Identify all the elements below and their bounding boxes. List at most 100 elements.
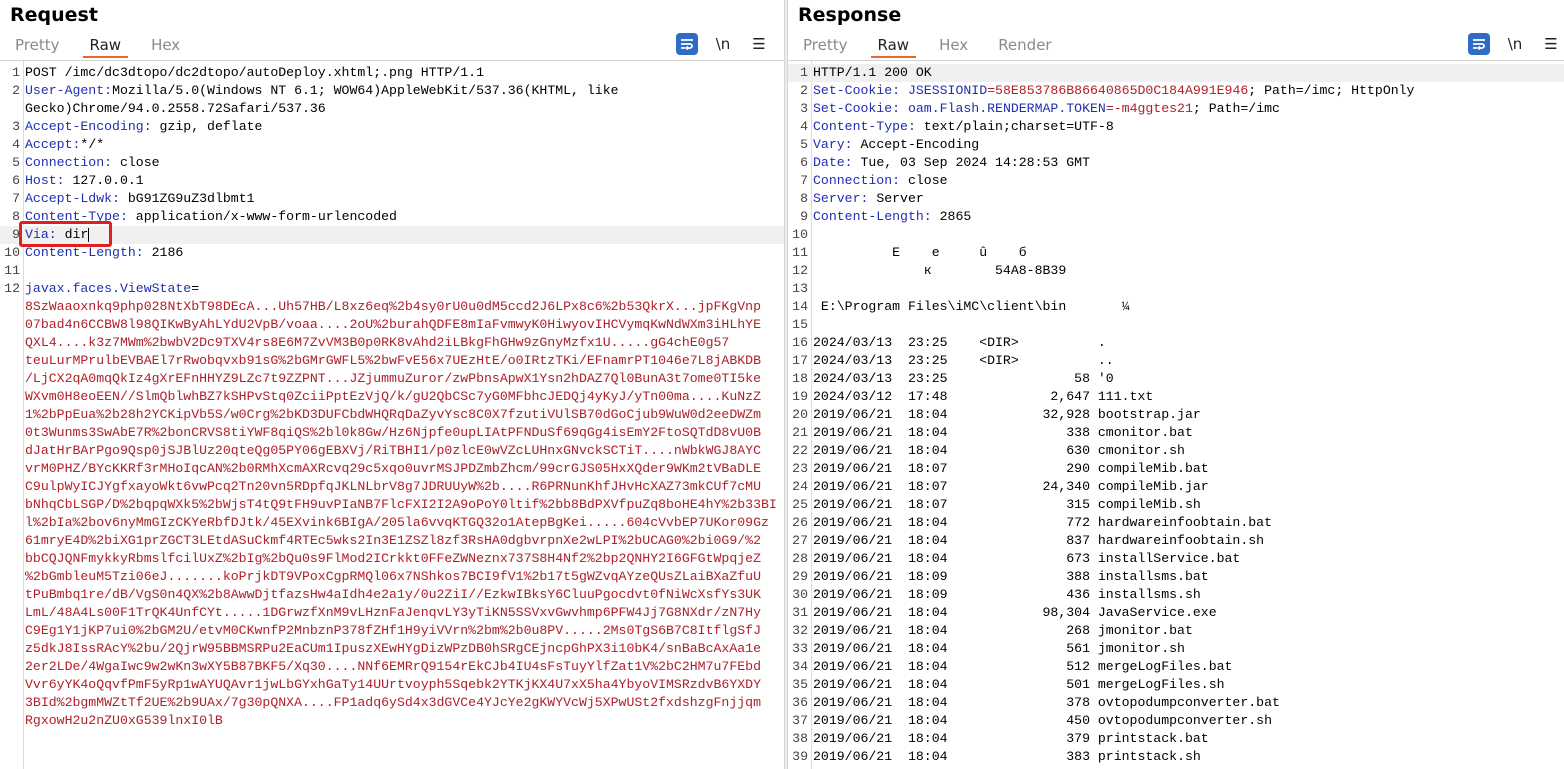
cookie-attrs: ; Path=/imc; HttpOnly bbox=[1248, 83, 1415, 98]
request-toolbar: \n ☰ bbox=[662, 33, 770, 55]
header-value: 2186 bbox=[143, 245, 184, 260]
header-colon: : bbox=[907, 119, 916, 134]
code-line: 4 Accept:*/* bbox=[0, 136, 784, 154]
tab-raw[interactable]: Raw bbox=[82, 34, 129, 58]
line-text: C9Eg1Y1jKP7ui0%2bGM2U/etvM0CKwnfP2MnbznP… bbox=[25, 622, 784, 640]
line-text: Via: dir bbox=[25, 226, 784, 244]
plain-text: 2024/03/13 23:25 58 '0 bbox=[813, 371, 1114, 386]
cookie-value: =-m4ggtes21 bbox=[1105, 101, 1193, 116]
line-text: vrM0PHZ/BYcKKRf3rMHoIqcAN%2b0RMhXcmAXRcv… bbox=[25, 460, 784, 478]
line-number: 36 bbox=[792, 695, 808, 710]
line-text: 2019/06/21 18:09 388 installsms.bat bbox=[813, 568, 1564, 586]
tab-hex[interactable]: Hex bbox=[932, 34, 975, 58]
line-text: 2019/06/21 18:04 32,928 bootstrap.jar bbox=[813, 406, 1564, 424]
line-text: 2019/06/21 18:07 315 compileMib.sh bbox=[813, 496, 1564, 514]
param-value: /LjCX2qA0mqQkIz4gXrEFnHHYZ9LZc7t9ZZPNT..… bbox=[25, 371, 761, 386]
response-editor[interactable]: 1 HTTP/1.1 200 OK 2 Set-Cookie: JSESSIONID=… bbox=[788, 60, 1564, 769]
tab-pretty[interactable]: Pretty bbox=[796, 34, 855, 58]
code-line: 21 2019/06/21 18:04 338 cmonitor.bat bbox=[788, 424, 1564, 442]
tab-hex[interactable]: Hex bbox=[144, 34, 187, 58]
newline-toggle[interactable]: \n bbox=[712, 33, 734, 55]
param-value: teuLurMPrulbEVBAEl7rRwobqvxb91sG%2bGMrGW… bbox=[25, 353, 761, 368]
line-number: 14 bbox=[792, 299, 808, 314]
line-number: 10 bbox=[4, 245, 20, 260]
tab-raw[interactable]: Raw bbox=[870, 34, 917, 58]
code-line: /LjCX2qA0mqQkIz4gXrEFnHHYZ9LZc7t9ZZPNT..… bbox=[0, 370, 784, 388]
line-number: 5 bbox=[12, 155, 20, 170]
header-colon: : bbox=[119, 209, 128, 224]
header-value: Accept-Encoding bbox=[852, 137, 980, 152]
request-editor[interactable]: 1 POST /imc/dc3dtopo/dc2dtopo/autoDeploy.… bbox=[0, 60, 784, 769]
line-number: 25 bbox=[792, 497, 808, 512]
line-text: Set-Cookie: JSESSIONID=58E853786B8664086… bbox=[813, 82, 1564, 100]
request-tabs: Pretty Raw Hex bbox=[8, 34, 203, 58]
param-value: bbCQJQNFmykkyRbmslfcilUxZ%2bIg%2bQu0s9Fl… bbox=[25, 551, 761, 566]
line-text: 2019/06/21 18:04 98,304 JavaService.exe bbox=[813, 604, 1564, 622]
line-text: 2019/06/21 18:07 24,340 compileMib.jar bbox=[813, 478, 1564, 496]
code-line: 20 2019/06/21 18:04 32,928 bootstrap.jar bbox=[788, 406, 1564, 424]
header-colon: : bbox=[104, 83, 113, 98]
code-line: 19 2024/03/12 17:48 2,647 111.txt bbox=[788, 388, 1564, 406]
param-value: tPuBmbq1re/dB/VgS0n4QX%2b8AwwDjtfazsHw4a… bbox=[25, 587, 761, 602]
line-text: z5dkJ8IssRAcY%2bu/2QjrW95BBMSRPu2EaCUm1I… bbox=[25, 640, 784, 658]
line-text: POST /imc/dc3dtopo/dc2dtopo/autoDeploy.x… bbox=[25, 64, 784, 82]
plain-text: к 54A8-8B39 bbox=[813, 263, 1067, 278]
code-line: RgxowH2u2nZU0xG539lnxI0lB bbox=[0, 712, 784, 730]
line-number: 31 bbox=[792, 605, 808, 620]
line-number: 4 bbox=[800, 119, 808, 134]
newline-toggle[interactable]: \n bbox=[1504, 33, 1526, 55]
line-number: 12 bbox=[4, 281, 20, 296]
cookie-value: =58E853786B86640865D0C184A991E946 bbox=[987, 83, 1249, 98]
header-value: */* bbox=[80, 137, 105, 152]
line-number: 7 bbox=[12, 191, 20, 206]
param-value: C9Eg1Y1jKP7ui0%2bGM2U/etvM0CKwnfP2MnbznP… bbox=[25, 623, 761, 638]
code-line: 12 javax.faces.ViewState= bbox=[0, 280, 784, 298]
line-number: 21 bbox=[792, 425, 808, 440]
line-text: 8SzWaaoxnkq9php028NtXbT98DEcA...Uh57HB/L… bbox=[25, 298, 784, 316]
code-line: 5 Vary: Accept-Encoding bbox=[788, 136, 1564, 154]
code-line: 18 2024/03/13 23:25 58 '0 bbox=[788, 370, 1564, 388]
param-value: vrM0PHZ/BYcKKRf3rMHoIqcAN%2b0RMhXcmAXRcv… bbox=[25, 461, 761, 476]
code-line: 37 2019/06/21 18:04 450 ovtopodumpconvert… bbox=[788, 712, 1564, 730]
plain-text: 2019/06/21 18:04 268 jmonitor.bat bbox=[813, 623, 1193, 638]
tab-pretty[interactable]: Pretty bbox=[8, 34, 67, 58]
line-text: Host: 127.0.0.1 bbox=[25, 172, 784, 190]
tab-render[interactable]: Render bbox=[991, 34, 1058, 58]
plain-text: POST /imc/dc3dtopo/dc2dtopo/autoDeploy.x… bbox=[25, 65, 484, 80]
menu-icon[interactable]: ☰ bbox=[748, 33, 770, 55]
code-line: 30 2019/06/21 18:09 436 installsms.sh bbox=[788, 586, 1564, 604]
line-number: 39 bbox=[792, 749, 808, 764]
line-text: к 54A8-8B39 bbox=[813, 262, 1564, 280]
header-colon: : bbox=[892, 173, 901, 188]
line-number: 1 bbox=[12, 65, 20, 80]
header-colon: : bbox=[892, 83, 901, 98]
code-line: 1%2bPpEua%2b28h2YCKipVb5S/w0Crg%2bKD3DUF… bbox=[0, 406, 784, 424]
plain-text: 2019/06/21 18:04 561 jmonitor.sh bbox=[813, 641, 1185, 656]
code-line: teuLurMPrulbEVBAEl7rRwobqvxb91sG%2bGMrGW… bbox=[0, 352, 784, 370]
line-number: 3 bbox=[12, 119, 20, 134]
code-line: z5dkJ8IssRAcY%2bu/2QjrW95BBMSRPu2EaCUm1I… bbox=[0, 640, 784, 658]
code-line: 13 bbox=[788, 280, 1564, 298]
line-number: 22 bbox=[792, 443, 808, 458]
line-text: 2024/03/13 23:25 <DIR> . bbox=[813, 334, 1564, 352]
line-number: 3 bbox=[800, 101, 808, 116]
line-text: Accept-Encoding: gzip, deflate bbox=[25, 118, 784, 136]
line-text: 2019/06/21 18:04 338 cmonitor.bat bbox=[813, 424, 1564, 442]
code-line: QXL4....k3z7MWm%2bwbV2Dc9TXV4rs8E6M7ZvVM… bbox=[0, 334, 784, 352]
line-text: E e û б bbox=[813, 244, 1564, 262]
line-text: Vary: Accept-Encoding bbox=[813, 136, 1564, 154]
line-text: Content-Length: 2865 bbox=[813, 208, 1564, 226]
line-text: Server: Server bbox=[813, 190, 1564, 208]
code-line: 0t3Wunms3SwAbE7R%2bonCRVS8tiYWF8qiQS%2bl… bbox=[0, 424, 784, 442]
wrap-lines-icon[interactable] bbox=[676, 33, 698, 55]
wrap-lines-icon[interactable] bbox=[1468, 33, 1490, 55]
header-name: Content-Length bbox=[813, 209, 924, 224]
line-number: 2 bbox=[12, 83, 20, 98]
code-line: 3BId%2bgmMWZtTf2UE%2b9UAx/7g30pQNXA....F… bbox=[0, 694, 784, 712]
menu-icon[interactable]: ☰ bbox=[1540, 33, 1562, 55]
line-text: 2024/03/13 23:25 <DIR> .. bbox=[813, 352, 1564, 370]
response-pane: Response Pretty Raw Hex Render \n ☰ 1 HTT… bbox=[788, 0, 1564, 769]
code-line: 4 Content-Type: text/plain;charset=UTF-8 bbox=[788, 118, 1564, 136]
code-line: dJatHrBArPgo9Qsp0jSJBlUz20qteQg05PY06gEB… bbox=[0, 442, 784, 460]
line-number: 18 bbox=[792, 371, 808, 386]
